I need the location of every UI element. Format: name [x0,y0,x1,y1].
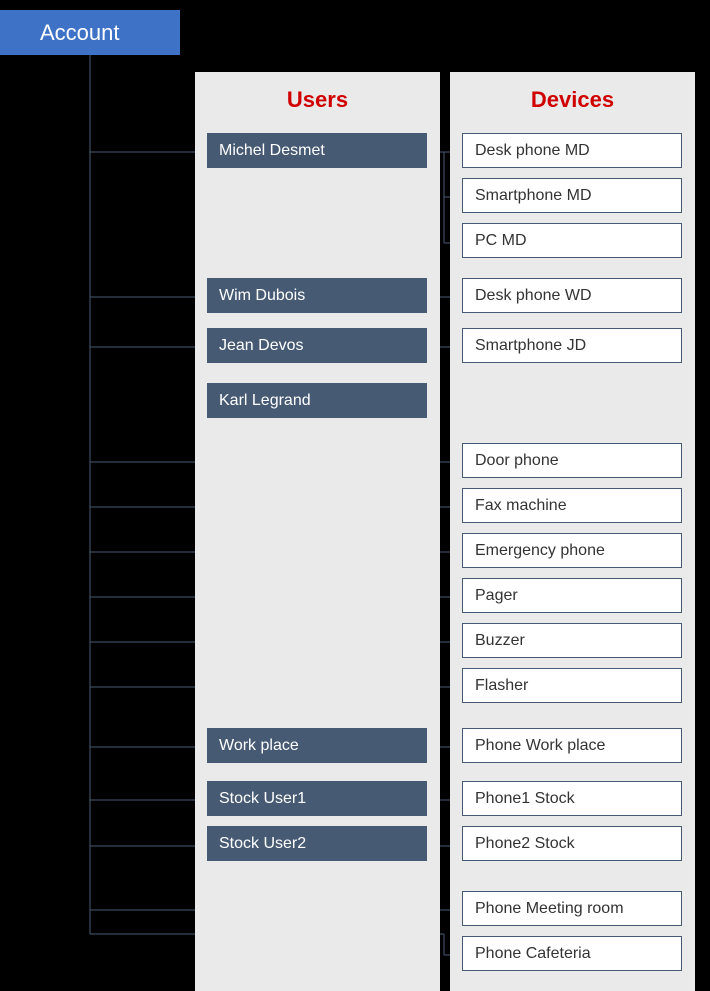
device-label: PC MD [475,232,527,250]
user-stock-user2: Stock User2 [207,826,427,861]
devices-column: Devices Desk phone MD Smartphone MD PC M… [450,72,695,991]
device-label: Phone Work place [475,737,605,755]
device-flasher: Flasher [462,668,682,703]
device-pager: Pager [462,578,682,613]
device-pc-md: PC MD [462,223,682,258]
device-phone1-stock: Phone1 Stock [462,781,682,816]
device-emergency-phone: Emergency phone [462,533,682,568]
user-stock-user1: Stock User1 [207,781,427,816]
device-label: Buzzer [475,632,525,650]
account-label: Account [40,20,120,46]
user-jean-devos: Jean Devos [207,328,427,363]
device-label: Phone Cafeteria [475,945,591,963]
device-label: Phone2 Stock [475,835,575,853]
device-fax-machine: Fax machine [462,488,682,523]
device-buzzer: Buzzer [462,623,682,658]
user-label: Wim Dubois [219,287,305,305]
device-label: Desk phone WD [475,287,592,305]
user-label: Stock User2 [219,835,306,853]
user-michel-desmet: Michel Desmet [207,133,427,168]
device-door-phone: Door phone [462,443,682,478]
user-label: Stock User1 [219,790,306,808]
device-phone-meeting-room: Phone Meeting room [462,891,682,926]
device-label: Desk phone MD [475,142,590,160]
device-label: Emergency phone [475,542,605,560]
user-wim-dubois: Wim Dubois [207,278,427,313]
device-phone-cafeteria: Phone Cafeteria [462,936,682,971]
device-desk-phone-md: Desk phone MD [462,133,682,168]
device-label: Door phone [475,452,559,470]
device-phone-work-place: Phone Work place [462,728,682,763]
user-label: Work place [219,737,299,755]
user-karl-legrand: Karl Legrand [207,383,427,418]
device-label: Smartphone MD [475,187,592,205]
device-smartphone-jd: Smartphone JD [462,328,682,363]
user-work-place: Work place [207,728,427,763]
device-phone2-stock: Phone2 Stock [462,826,682,861]
device-smartphone-md: Smartphone MD [462,178,682,213]
device-label: Flasher [475,677,528,695]
account-node: Account [0,10,180,55]
device-label: Phone1 Stock [475,790,575,808]
device-desk-phone-wd: Desk phone WD [462,278,682,313]
device-label: Pager [475,587,518,605]
users-column: Users Michel Desmet Wim Dubois Jean Devo… [195,72,440,991]
device-label: Smartphone JD [475,337,586,355]
user-label: Michel Desmet [219,142,325,160]
user-label: Jean Devos [219,337,304,355]
devices-header: Devices [450,72,695,133]
device-label: Fax machine [475,497,567,515]
device-label: Phone Meeting room [475,900,624,918]
users-header: Users [195,72,440,133]
user-label: Karl Legrand [219,392,311,410]
